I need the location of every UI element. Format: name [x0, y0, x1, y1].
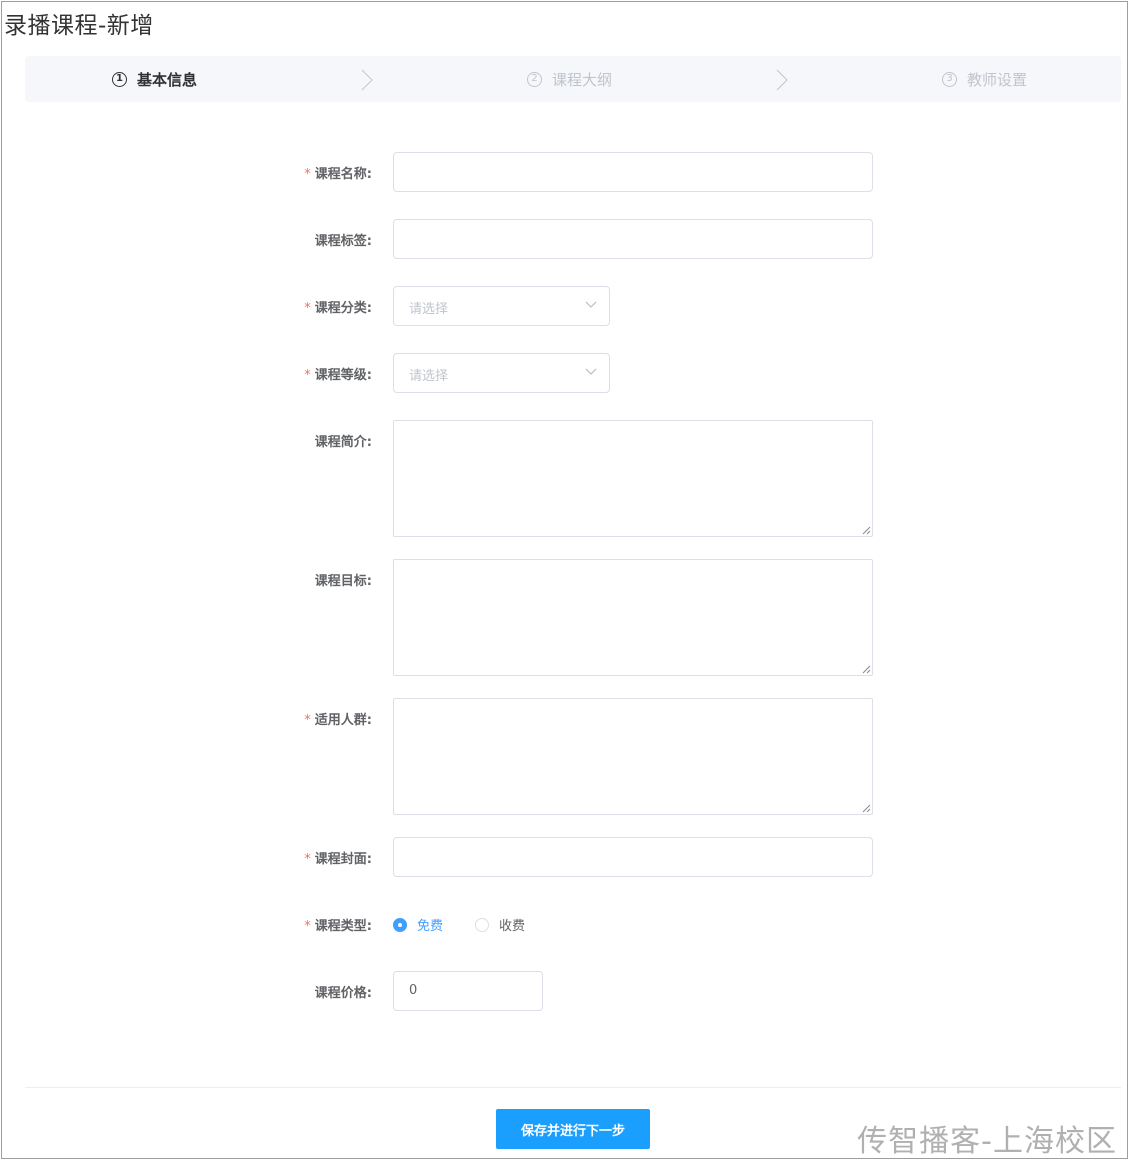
- course-price-input[interactable]: 0: [393, 971, 543, 1011]
- step-label: 教师设置: [967, 70, 1028, 89]
- step-number-2: 2: [527, 71, 542, 87]
- required-mark: *: [304, 167, 311, 182]
- course-intro-textarea[interactable]: [393, 420, 873, 537]
- required-mark: *: [304, 301, 311, 316]
- required-mark: *: [304, 919, 311, 934]
- course-cover-label: * 课程封面:: [304, 848, 372, 867]
- course-cover-input[interactable]: [393, 837, 873, 877]
- course-tags-label: 课程标签:: [315, 230, 372, 249]
- resize-handle-icon[interactable]: [862, 665, 871, 674]
- course-name-input[interactable]: [393, 152, 873, 192]
- radio-free[interactable]: 免费: [393, 915, 443, 934]
- select-placeholder: 请选择: [409, 302, 449, 317]
- step-separator-icon: [361, 69, 373, 91]
- radio-label: 收费: [499, 919, 526, 934]
- step-number-3: 3: [942, 71, 957, 87]
- label-text: 课程封面:: [314, 852, 372, 867]
- resize-handle-icon[interactable]: [862, 804, 871, 813]
- step-separator-icon: [776, 69, 788, 91]
- course-goal-textarea[interactable]: [393, 559, 873, 676]
- watermark: 传智播客-上海校区: [857, 1124, 1117, 1159]
- radio-unchecked-icon: [475, 917, 489, 932]
- label-text: 课程标签:: [314, 234, 372, 249]
- step-number-1: 1: [112, 71, 127, 87]
- required-mark: *: [304, 852, 311, 867]
- step-basic-info[interactable]: 1 基本信息: [112, 56, 197, 102]
- course-goal-label: 课程目标:: [315, 570, 372, 589]
- label-text: 课程价格:: [314, 986, 372, 1001]
- resize-handle-icon[interactable]: [862, 526, 871, 535]
- course-intro-label: 课程简介:: [315, 431, 372, 450]
- step-teacher-settings[interactable]: 3 教师设置: [942, 56, 1027, 102]
- label-text: 课程名称:: [314, 167, 372, 182]
- label-text: 课程简介:: [314, 435, 372, 450]
- footer-divider: [25, 1087, 1121, 1088]
- course-type-label: * 课程类型:: [304, 915, 372, 934]
- course-tags-input[interactable]: [393, 219, 873, 259]
- audience-textarea[interactable]: [393, 698, 873, 815]
- label-text: 课程类型:: [314, 919, 372, 934]
- step-course-outline[interactable]: 2 课程大纲: [527, 56, 612, 102]
- chevron-down-icon: [585, 368, 597, 375]
- radio-label: 免费: [417, 919, 444, 934]
- radio-paid[interactable]: 收费: [475, 915, 525, 934]
- chevron-down-icon: [585, 301, 597, 308]
- label-text: 适用人群:: [314, 713, 372, 728]
- course-price-label: 课程价格:: [315, 982, 372, 1001]
- step-label: 基本信息: [137, 70, 198, 89]
- price-value: 0: [409, 983, 418, 998]
- course-name-label: * 课程名称:: [304, 163, 372, 182]
- label-text: 课程目标:: [314, 574, 372, 589]
- save-and-next-button[interactable]: 保存并进行下一步: [496, 1109, 650, 1149]
- required-mark: *: [304, 368, 311, 383]
- steps-bar: 1 基本信息 2 课程大纲 3 教师设置: [25, 56, 1121, 102]
- select-placeholder: 请选择: [409, 369, 449, 384]
- required-mark: *: [304, 713, 311, 728]
- course-grade-select[interactable]: 请选择: [393, 353, 610, 393]
- label-text: 课程分类:: [314, 301, 372, 316]
- step-label: 课程大纲: [552, 70, 613, 89]
- label-text: 课程等级:: [314, 368, 372, 383]
- radio-checked-icon: [393, 917, 407, 932]
- audience-label: * 适用人群:: [304, 709, 372, 728]
- page-title: 录播课程-新增: [4, 13, 154, 39]
- course-category-label: * 课程分类:: [304, 297, 372, 316]
- course-grade-label: * 课程等级:: [304, 364, 372, 383]
- course-category-select[interactable]: 请选择: [393, 286, 610, 326]
